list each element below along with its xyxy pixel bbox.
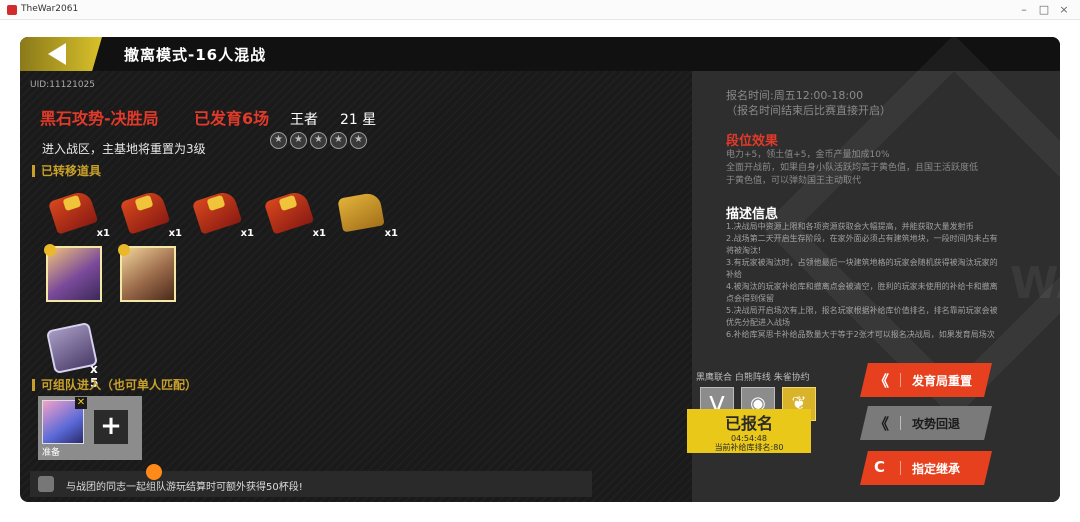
carried-items: x1 x1 x1 x1 x1 <box>46 185 398 239</box>
designate-inherit-label: 指定继承 <box>912 462 961 476</box>
battle-title: 黑石攻势-决胜局 <box>40 109 159 128</box>
star-icon: ★ <box>310 132 327 149</box>
tip-icon <box>38 476 54 492</box>
description-line: 4.被淘汰的玩家补给库和撤离点会被清空，胜利的玩家未使用的补给卡和撤离 <box>726 282 998 291</box>
ready-label: 准备 <box>42 448 61 458</box>
supply-rank: 当前补给库排名:80 <box>714 443 784 452</box>
rank-name: 王者 <box>290 112 318 128</box>
description-line: 3.有玩家被淘汰时，占领他最后一块建筑地格的玩家会随机获得被淘汰玩家的 <box>726 258 998 267</box>
development-count: 已发育6场 <box>194 109 270 128</box>
effect-line-2: 全面开战前，如果自身小队活跃均高于黄色值，且国王活跃度低 <box>726 163 979 173</box>
item-quantity: x1 <box>240 228 254 239</box>
divider <box>900 416 901 430</box>
offensive-retreat-button[interactable]: 《 攻势回退 <box>860 406 992 440</box>
description-line: 点会得到保留 <box>726 294 774 303</box>
game-screen: 撤离模式-16人混战 UID:11121025 黑石攻势-决胜局 已发育6场 王… <box>20 37 1060 502</box>
cursor-indicator <box>146 464 162 480</box>
user-id: UID:11121025 <box>30 80 96 90</box>
item-quantity: x1 <box>96 228 110 239</box>
description-heading: 描述信息 <box>726 207 779 222</box>
gold-tank-item[interactable]: x1 <box>334 185 398 239</box>
item-quantity: x1 <box>168 228 182 239</box>
refresh-icon: C <box>874 458 886 476</box>
tip-text: 与战团的同志一起组队游玩结算时可额外获得50杯段! <box>66 482 303 493</box>
reset-development-label: 发育局重置 <box>912 374 973 388</box>
effect-line-1: 电力+5，领土值+5，金币产量加成10% <box>726 150 890 160</box>
designate-inherit-button[interactable]: C 指定继承 <box>860 451 992 485</box>
faction-labels: 黑鹰联合 白熊阵线 朱雀协约 <box>696 373 810 383</box>
signup-status: 已报名 04:54:48 当前补给库排名:80 <box>687 409 811 453</box>
red-tank-item[interactable]: x1 <box>118 185 182 239</box>
description-line: 5.决战局开启场次有上限，报名玩家根据补给库价值排名，排名靠前玩家会被 <box>726 306 998 315</box>
red-tank-item[interactable]: x1 <box>190 185 254 239</box>
top-bar: 撤离模式-16人混战 <box>20 37 1060 71</box>
mode-title: 撤离模式-16人混战 <box>124 46 267 64</box>
effect-line-3: 于黄色值，可以弹劾国王主动取代 <box>726 176 862 186</box>
offensive-retreat-label: 攻势回退 <box>912 417 961 431</box>
card-rarity-icon <box>44 244 56 256</box>
hero-cards <box>44 244 176 302</box>
war-watermark: WAR <box>1010 258 1060 309</box>
team-heading: 可组队进入（也可单人匹配） <box>32 379 197 391</box>
app-icon <box>7 5 17 15</box>
team-slot: ✕ + 准备 <box>38 396 142 460</box>
description-line: 补给 <box>726 270 742 279</box>
card-rarity-icon <box>118 244 130 256</box>
description-list: 1.决战局中资源上限和各项资源获取会大幅提高，并能获取大量发射币 2.战场第二天… <box>726 221 1016 341</box>
minimize-button[interactable]: – <box>1014 2 1034 18</box>
divider <box>900 373 901 387</box>
description-line: 将被淘汰! <box>726 246 762 255</box>
reset-development-button[interactable]: 《 发育局重置 <box>860 363 992 397</box>
star-icon: ★ <box>330 132 347 149</box>
description-line: 2.战场第二天开启生存阶段，在家外面必须占有建筑地块，一段时间内未占有 <box>726 234 998 243</box>
hero-card[interactable] <box>44 244 102 302</box>
add-member-button[interactable]: + <box>94 410 128 444</box>
window-titlebar: TheWar2061 – □ × <box>0 0 1080 20</box>
hq-reset-note: 进入战区，主基地将重置为3级 <box>42 142 206 156</box>
double-left-icon: 《 <box>874 415 890 433</box>
item-quantity: x1 <box>384 228 398 239</box>
star-icon: ★ <box>290 132 307 149</box>
divider <box>900 461 901 475</box>
item-quantity: x1 <box>312 228 326 239</box>
red-tank-item[interactable]: x1 <box>262 185 326 239</box>
rank-stars: ★ ★ ★ ★ ★ <box>270 132 367 149</box>
tip-bar: 与战团的同志一起组队游玩结算时可额外获得50杯段! <box>30 471 592 497</box>
double-left-icon: 《 <box>874 372 890 390</box>
hero-card[interactable] <box>118 244 176 302</box>
signup-time: 报名时间:周五12:00-18:00 <box>726 89 864 102</box>
signup-status-label: 已报名 <box>724 414 773 433</box>
red-tank-item[interactable]: x1 <box>46 185 110 239</box>
carried-items-heading: 已转移道具 <box>32 165 101 177</box>
back-button[interactable] <box>20 37 102 71</box>
remove-member-icon[interactable]: ✕ <box>75 397 87 409</box>
window-title: TheWar2061 <box>21 4 79 14</box>
star-count: 21 星 <box>340 112 377 128</box>
supply-box-item[interactable]: x 5 <box>45 321 100 390</box>
gold-tank-icon <box>337 191 385 233</box>
signup-note: （报名时间结束后比赛直接开启） <box>726 104 891 117</box>
star-icon: ★ <box>350 132 367 149</box>
star-icon: ★ <box>270 132 287 149</box>
close-window-button[interactable]: × <box>1054 2 1074 18</box>
back-arrow-icon <box>48 43 66 65</box>
description-line: 1.决战局中资源上限和各项资源获取会大幅提高，并能获取大量发射币 <box>726 222 974 231</box>
description-line: 6.补给库冥思卡补给品数量大于等于2张才可以报名决战局，如果发育局场次 <box>726 330 995 339</box>
countdown-timer: 04:54:48 <box>731 434 767 443</box>
maximize-button[interactable]: □ <box>1034 2 1054 18</box>
description-line: 优先分配进入战场 <box>726 318 790 327</box>
